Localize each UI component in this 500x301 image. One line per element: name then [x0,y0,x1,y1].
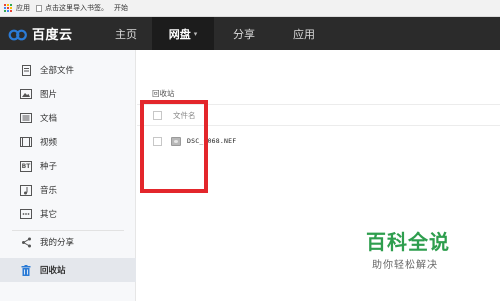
start-link[interactable]: 开始 [114,3,128,13]
cloud-logo-icon [8,29,27,40]
video-icon [20,137,32,148]
breadcrumb[interactable]: 回收站 [152,88,175,99]
sidebar-item-all-files[interactable]: 全部文件 [0,58,136,82]
sidebar-item-label: 视频 [40,138,58,148]
chevron-down-icon: ▾ [193,29,198,38]
sidebar-item-torrents[interactable]: BT 种子 [0,154,136,178]
sidebar-item-images[interactable]: 图片 [0,82,136,106]
sidebar-item-label: 回收站 [40,266,66,276]
tab-share[interactable]: 分享 [214,17,274,50]
watermark-subtitle: 助你轻松解决 [372,260,438,271]
sidebar-item-label: 图片 [40,90,58,100]
tab-netdisk-label: 网盘 [168,27,191,41]
import-bookmarks-label: 点击这里导入书签。 [45,4,108,12]
sidebar: 全部文件 图片 文档 视频 BT 种子 音乐 其它 我的分享 回收站 [0,50,136,301]
import-bookmarks-link[interactable]: 点击这里导入书签。 [36,3,108,13]
sidebar-item-other[interactable]: 其它 [0,202,136,226]
tab-home[interactable]: 主页 [100,17,152,50]
top-navigation: 百度云 主页 网盘 ▾ 分享 应用 [0,17,500,50]
sidebar-item-label: 其它 [40,210,58,220]
files-icon [20,64,32,76]
watermark-title: 百科全说 [366,230,450,254]
sidebar-item-videos[interactable]: 视频 [0,130,136,154]
sidebar-item-label: 音乐 [40,186,58,196]
bookmarks-bar: 应用 点击这里导入书签。 开始 [0,0,500,17]
apps-grid-icon[interactable] [4,4,12,12]
logo[interactable]: 百度云 [0,24,100,43]
music-icon [20,184,32,196]
sidebar-item-recycle-bin[interactable]: 回收站 [0,258,136,282]
tab-netdisk[interactable]: 网盘 ▾ [152,17,214,50]
tab-apps[interactable]: 应用 [274,17,334,50]
sidebar-item-documents[interactable]: 文档 [0,106,136,130]
share-icon [20,237,32,248]
bt-icon: BT [20,160,32,172]
trash-icon [20,264,32,276]
sidebar-item-label: 种子 [40,162,58,172]
sidebar-item-music[interactable]: 音乐 [0,178,136,202]
apps-bookmark[interactable]: 应用 [16,3,30,13]
sidebar-item-my-shares[interactable]: 我的分享 [0,230,136,254]
highlight-box [140,100,208,193]
document-icon [20,113,32,124]
logo-text: 百度云 [32,28,73,43]
sidebar-item-label: 全部文件 [40,66,75,76]
more-icon [20,209,32,220]
file-icon [36,4,42,12]
sidebar-item-label: 我的分享 [40,238,75,248]
image-icon [20,89,32,100]
sidebar-item-label: 文档 [40,114,58,124]
